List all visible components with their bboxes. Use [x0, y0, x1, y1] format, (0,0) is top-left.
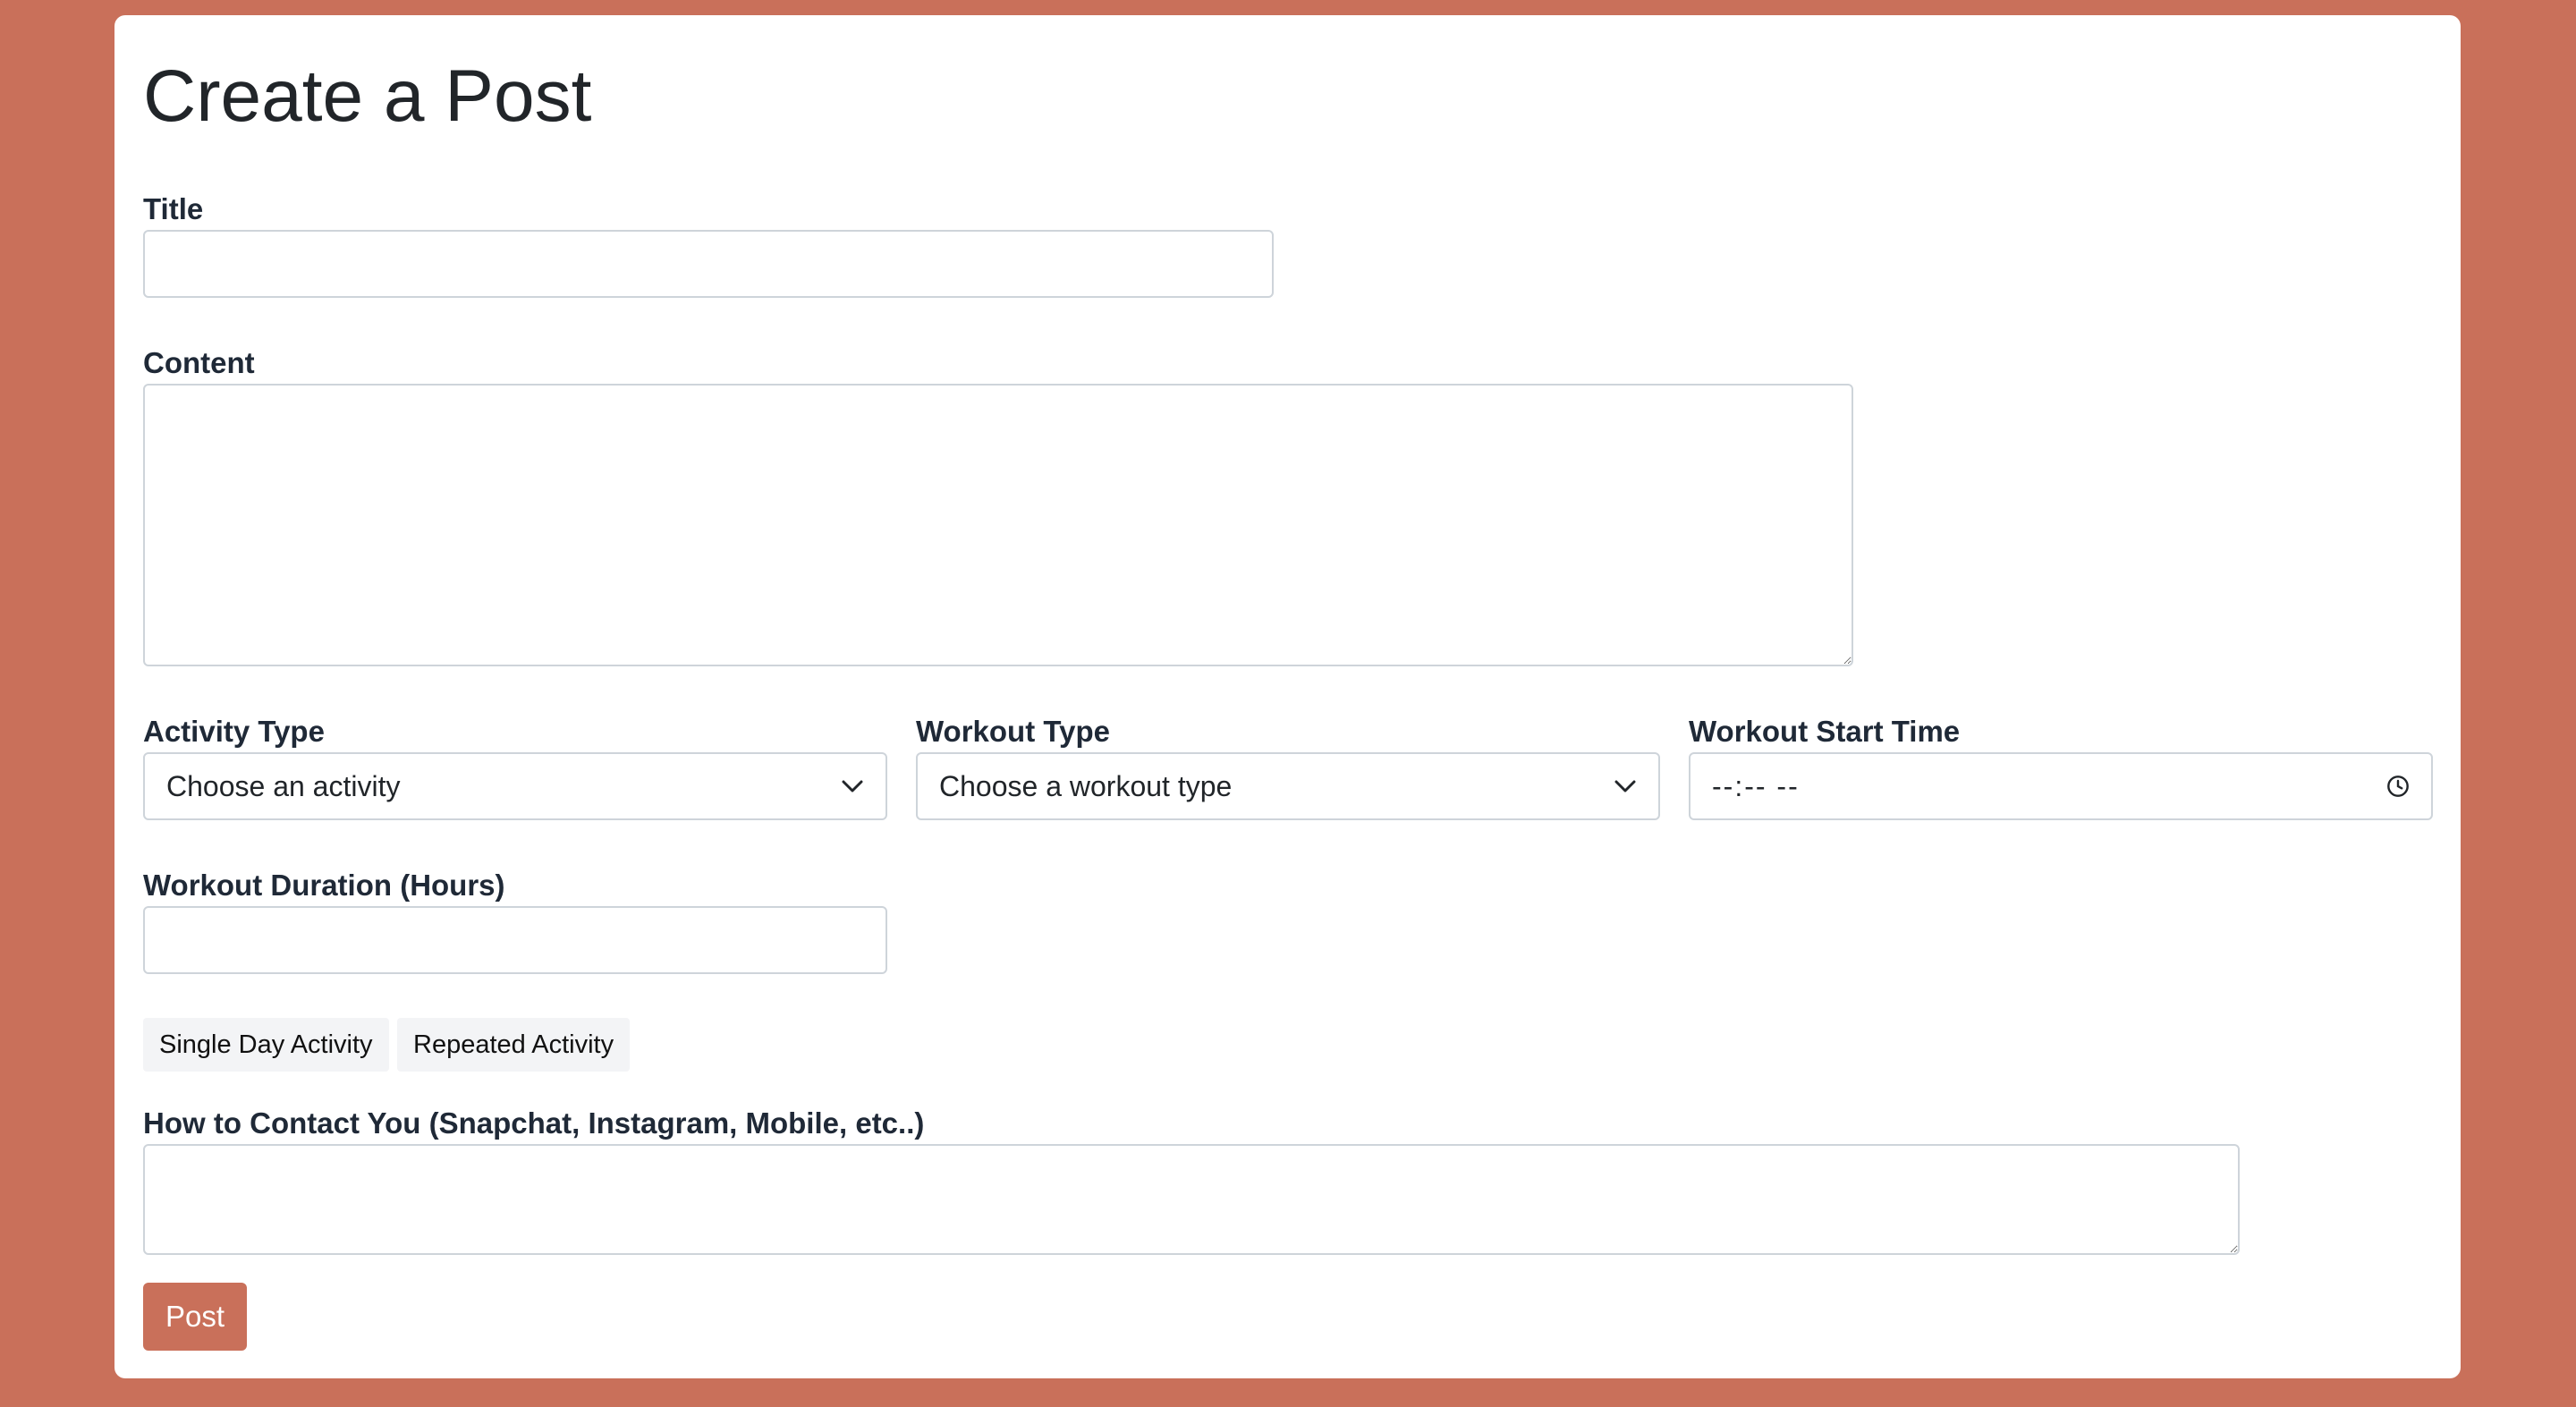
create-post-card: Create a Post Title Content Activity Typ…	[114, 15, 2461, 1378]
chevron-down-icon	[1614, 775, 1637, 798]
activity-type-label: Activity Type	[143, 715, 325, 748]
workout-start-time-input[interactable]: --:-- --	[1689, 752, 2433, 820]
chevron-down-icon	[841, 775, 864, 798]
activity-type-value: Choose an activity	[166, 769, 401, 802]
workout-type-select[interactable]: Choose a workout type	[916, 752, 1660, 820]
content-label: Content	[143, 346, 255, 379]
clock-icon[interactable]	[2386, 775, 2410, 798]
activity-type-select[interactable]: Choose an activity	[143, 752, 887, 820]
contact-label: How to Contact You (Snapchat, Instagram,…	[143, 1106, 925, 1140]
title-input[interactable]	[143, 230, 1274, 298]
content-textarea[interactable]	[143, 384, 1853, 666]
workout-duration-input[interactable]	[143, 906, 887, 974]
workout-start-time-label: Workout Start Time	[1689, 715, 1961, 748]
page-title: Create a Post	[143, 55, 592, 137]
post-button[interactable]: Post	[143, 1283, 247, 1351]
workout-type-label: Workout Type	[916, 715, 1110, 748]
single-day-activity-button[interactable]: Single Day Activity	[143, 1018, 389, 1072]
contact-textarea[interactable]	[143, 1144, 2240, 1255]
workout-duration-label: Workout Duration (Hours)	[143, 869, 505, 902]
workout-type-value: Choose a workout type	[939, 769, 1233, 802]
workout-start-time-value: --:-- --	[1712, 769, 1800, 802]
repeated-activity-button[interactable]: Repeated Activity	[397, 1018, 631, 1072]
title-label: Title	[143, 192, 204, 225]
